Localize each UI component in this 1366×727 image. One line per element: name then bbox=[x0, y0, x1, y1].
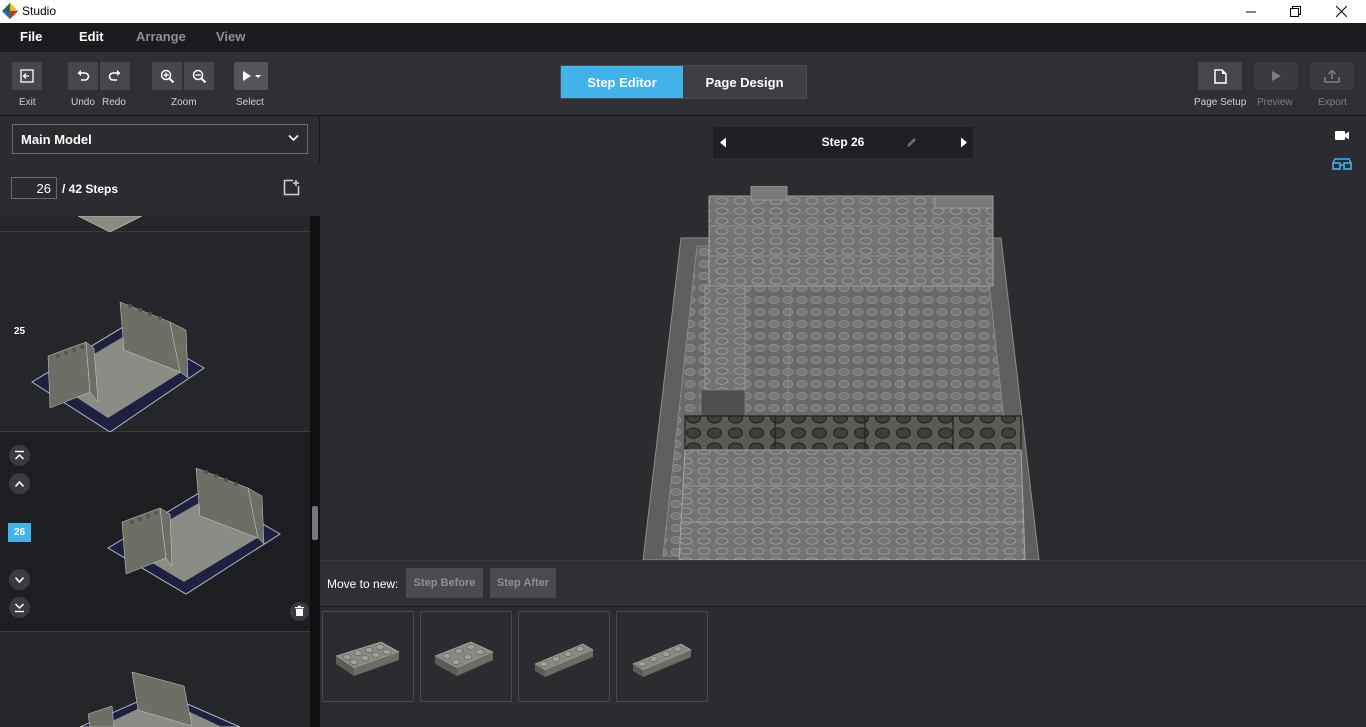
first-step-button[interactable] bbox=[9, 445, 30, 466]
part-tile[interactable] bbox=[616, 611, 708, 702]
double-chevron-up-icon bbox=[14, 450, 25, 460]
zoom-out-icon bbox=[192, 69, 206, 83]
toolbar: Exit Undo Redo Zoom Select Step Editor P… bbox=[0, 51, 1366, 116]
move-to-new-bar: Move to new: Step Before Step After bbox=[321, 560, 1366, 606]
exit-icon bbox=[20, 69, 34, 83]
chevron-up-icon bbox=[14, 480, 25, 487]
step-thumbnail-image bbox=[79, 671, 241, 727]
thumbnail-scrollbar[interactable] bbox=[310, 216, 320, 727]
page-setup-label: Page Setup bbox=[1194, 97, 1247, 108]
title-bar: Studio bbox=[0, 0, 1366, 23]
studio-app-icon bbox=[2, 3, 18, 19]
step-thumbnail-list: 25 26 bbox=[0, 216, 310, 727]
step-thumbnail[interactable] bbox=[0, 632, 310, 727]
redo-button[interactable] bbox=[100, 62, 130, 90]
step-thumbnail-image bbox=[77, 216, 143, 233]
export-button[interactable] bbox=[1310, 62, 1354, 90]
undo-label: Undo bbox=[71, 97, 95, 108]
step-number: 25 bbox=[14, 326, 26, 337]
minimize-icon bbox=[1246, 11, 1256, 12]
part-tile[interactable] bbox=[518, 611, 610, 702]
select-tool-button[interactable] bbox=[234, 62, 268, 90]
step-thumbnail[interactable]: 25 bbox=[0, 232, 310, 433]
previous-step-button[interactable] bbox=[9, 473, 30, 494]
last-step-button[interactable] bbox=[9, 597, 30, 618]
step-after-button[interactable]: Step After bbox=[490, 568, 556, 598]
exit-label: Exit bbox=[19, 97, 36, 108]
minimize-button[interactable] bbox=[1228, 0, 1274, 23]
menu-arrange[interactable]: Arrange bbox=[136, 29, 186, 44]
plate-2x3-icon bbox=[434, 641, 494, 676]
total-steps: / 42 Steps bbox=[62, 182, 119, 196]
step-thumbnail-selected[interactable]: 26 bbox=[0, 432, 310, 632]
part-tile[interactable] bbox=[322, 611, 414, 702]
restore-icon bbox=[1289, 6, 1301, 17]
delete-step-icon[interactable] bbox=[290, 602, 309, 621]
3d-glasses-icon[interactable] bbox=[1332, 158, 1352, 172]
model-select[interactable]: Main Model bbox=[12, 124, 308, 154]
redo-icon bbox=[108, 70, 121, 81]
parts-list bbox=[321, 606, 1366, 727]
double-chevron-down-icon bbox=[14, 603, 25, 613]
part-tile[interactable] bbox=[420, 611, 512, 702]
lego-model-render bbox=[642, 186, 1040, 560]
redo-label: Redo bbox=[102, 97, 126, 108]
menu-edit[interactable]: Edit bbox=[79, 29, 104, 44]
undo-icon bbox=[77, 70, 90, 81]
add-step-icon[interactable] bbox=[283, 179, 300, 196]
plate-2x4-icon bbox=[335, 641, 400, 676]
close-window-button[interactable] bbox=[1318, 0, 1364, 23]
move-to-new-label: Move to new: bbox=[327, 577, 399, 591]
undo-button[interactable] bbox=[68, 62, 98, 90]
restore-button[interactable] bbox=[1272, 0, 1318, 23]
chevron-down-icon bbox=[14, 576, 25, 583]
tab-page-design[interactable]: Page Design bbox=[683, 66, 806, 98]
exit-button[interactable] bbox=[12, 62, 42, 90]
zoom-label: Zoom bbox=[171, 97, 197, 108]
window-title: Studio bbox=[22, 4, 57, 18]
steps-panel: Main Model / 42 Steps 25 bbox=[0, 116, 320, 727]
select-label: Select bbox=[236, 97, 264, 108]
step-navigator: Step 26 bbox=[713, 127, 973, 158]
step-thumbnail[interactable] bbox=[0, 216, 310, 233]
zoom-out-button[interactable] bbox=[184, 62, 214, 90]
export-icon bbox=[1324, 69, 1340, 83]
current-step-input[interactable] bbox=[11, 177, 57, 199]
pointer-icon bbox=[243, 71, 261, 81]
preview-button[interactable] bbox=[1254, 62, 1298, 90]
model-select-value: Main Model bbox=[21, 132, 92, 147]
plate-1x4-icon bbox=[534, 643, 594, 677]
camera-icon[interactable] bbox=[1334, 128, 1350, 142]
menu-file[interactable]: File bbox=[20, 29, 42, 44]
zoom-in-icon bbox=[160, 69, 174, 83]
next-step-arrow-icon[interactable] bbox=[960, 137, 968, 148]
model-viewport[interactable]: Step 26 bbox=[321, 116, 1366, 560]
play-icon bbox=[1272, 71, 1281, 81]
tab-step-editor[interactable]: Step Editor bbox=[561, 66, 683, 98]
scrollbar-thumb[interactable] bbox=[312, 506, 318, 540]
step-title: Step 26 bbox=[821, 135, 865, 149]
next-step-button[interactable] bbox=[9, 569, 30, 590]
step-thumbnail-image bbox=[31, 301, 205, 433]
page-setup-button[interactable] bbox=[1198, 62, 1242, 90]
export-label: Export bbox=[1318, 97, 1347, 108]
edit-pencil-icon[interactable] bbox=[906, 137, 917, 148]
close-icon bbox=[1335, 6, 1347, 17]
plate-1x4-icon bbox=[632, 643, 692, 677]
menu-bar: File Edit Arrange View bbox=[0, 23, 1366, 51]
step-thumbnail-image bbox=[107, 467, 281, 595]
step-counter-row: / 42 Steps bbox=[0, 163, 320, 216]
mode-switch: Step Editor Page Design bbox=[560, 65, 807, 99]
menu-view[interactable]: View bbox=[216, 29, 245, 44]
zoom-in-button[interactable] bbox=[152, 62, 182, 90]
chevron-down-icon bbox=[288, 134, 299, 142]
step-before-button[interactable]: Step Before bbox=[406, 568, 483, 598]
step-number-badge: 26 bbox=[8, 523, 31, 542]
preview-label: Preview bbox=[1257, 97, 1293, 108]
page-icon bbox=[1213, 68, 1227, 84]
